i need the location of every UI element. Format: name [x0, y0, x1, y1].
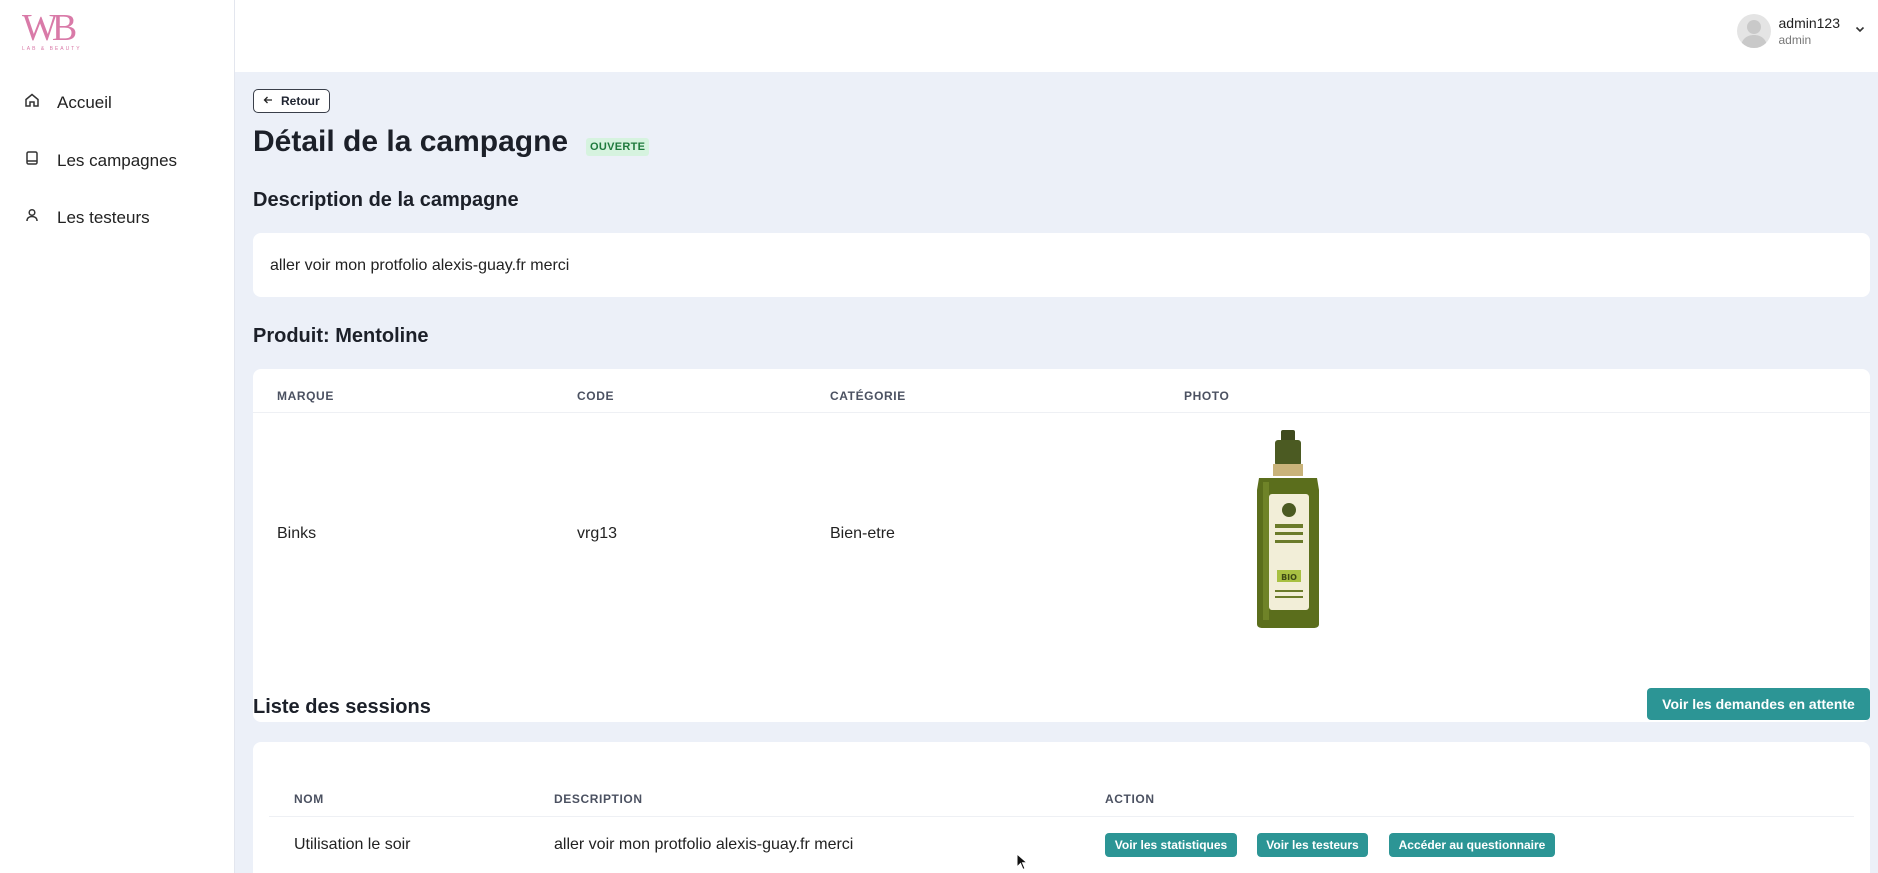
column-header-marque: MARQUE: [277, 389, 334, 403]
sidebar-item-campagnes[interactable]: Les campagnes: [24, 150, 177, 171]
sidebar-item-accueil[interactable]: Accueil: [24, 92, 112, 113]
user-name: admin123: [1778, 15, 1841, 31]
book-icon: [24, 150, 40, 171]
column-header-nom: NOM: [294, 792, 324, 806]
user-menu[interactable]: admin123 admin: [1736, 14, 1867, 48]
user-role: admin: [1778, 33, 1812, 47]
sidebar-item-label: Les campagnes: [57, 150, 178, 170]
logo-subtext: LAB & BEAUTY: [22, 46, 82, 52]
brand-logo[interactable]: WB LAB & BEAUTY: [22, 8, 82, 56]
back-label: Retour: [281, 94, 320, 108]
product-brand: Binks: [277, 525, 317, 542]
top-header: admin123 admin: [235, 0, 1878, 72]
column-header-photo: PHOTO: [1184, 389, 1230, 403]
description-card: aller voir mon protfolio alexis-guay.fr …: [253, 233, 1870, 297]
view-testers-button[interactable]: Voir les testeurs: [1257, 833, 1368, 857]
user-icon: [24, 207, 40, 228]
campaign-description: aller voir mon protfolio alexis-guay.fr …: [270, 257, 570, 274]
sidebar-item-label: Les testeurs: [57, 207, 150, 227]
column-header-description: DESCRIPTION: [554, 792, 643, 806]
page-title: Détail de la campagne: [253, 125, 569, 158]
svg-text:BIO: BIO: [1281, 573, 1297, 582]
header-divider: [253, 412, 1870, 413]
logo-text: WB: [22, 7, 77, 49]
header-divider: [269, 816, 1854, 817]
product-category: Bien-etre: [830, 525, 895, 542]
session-description: aller voir mon protfolio alexis-guay.fr …: [554, 836, 854, 853]
column-header-action: ACTION: [1105, 792, 1155, 806]
home-icon: [24, 92, 40, 113]
open-questionnaire-button[interactable]: Accéder au questionnaire: [1389, 833, 1555, 857]
chevron-down-icon[interactable]: [1854, 22, 1866, 40]
pending-requests-button[interactable]: Voir les demandes en attente: [1647, 688, 1870, 720]
session-name: Utilisation le soir: [294, 836, 411, 853]
sidebar-item-label: Accueil: [57, 92, 112, 112]
back-button[interactable]: Retour: [253, 89, 330, 113]
sessions-section-title: Liste des sessions: [253, 696, 431, 718]
description-section-title: Description de la campagne: [253, 189, 519, 211]
product-section-title: Produit: Mentoline: [253, 325, 429, 347]
product-table: MARQUE CODE CATÉGORIE PHOTO Binks vrg13 …: [253, 369, 1870, 722]
avatar: [1736, 14, 1771, 48]
sidebar-item-testeurs[interactable]: Les testeurs: [24, 207, 150, 228]
column-header-code: CODE: [577, 389, 615, 403]
product-code: vrg13: [577, 525, 618, 542]
product-photo: BIO: [1253, 430, 1323, 630]
status-badge: OUVERTE: [586, 138, 650, 156]
sidebar: WB LAB & BEAUTY Accueil Les campagnes Le…: [0, 0, 235, 873]
sessions-table: NOM DESCRIPTION ACTION Utilisation le so…: [253, 742, 1870, 873]
column-header-categorie: CATÉGORIE: [830, 389, 906, 403]
mouse-cursor-icon: [1016, 852, 1029, 873]
view-statistics-button[interactable]: Voir les statistiques: [1105, 833, 1237, 857]
arrow-left-icon: [263, 94, 273, 108]
